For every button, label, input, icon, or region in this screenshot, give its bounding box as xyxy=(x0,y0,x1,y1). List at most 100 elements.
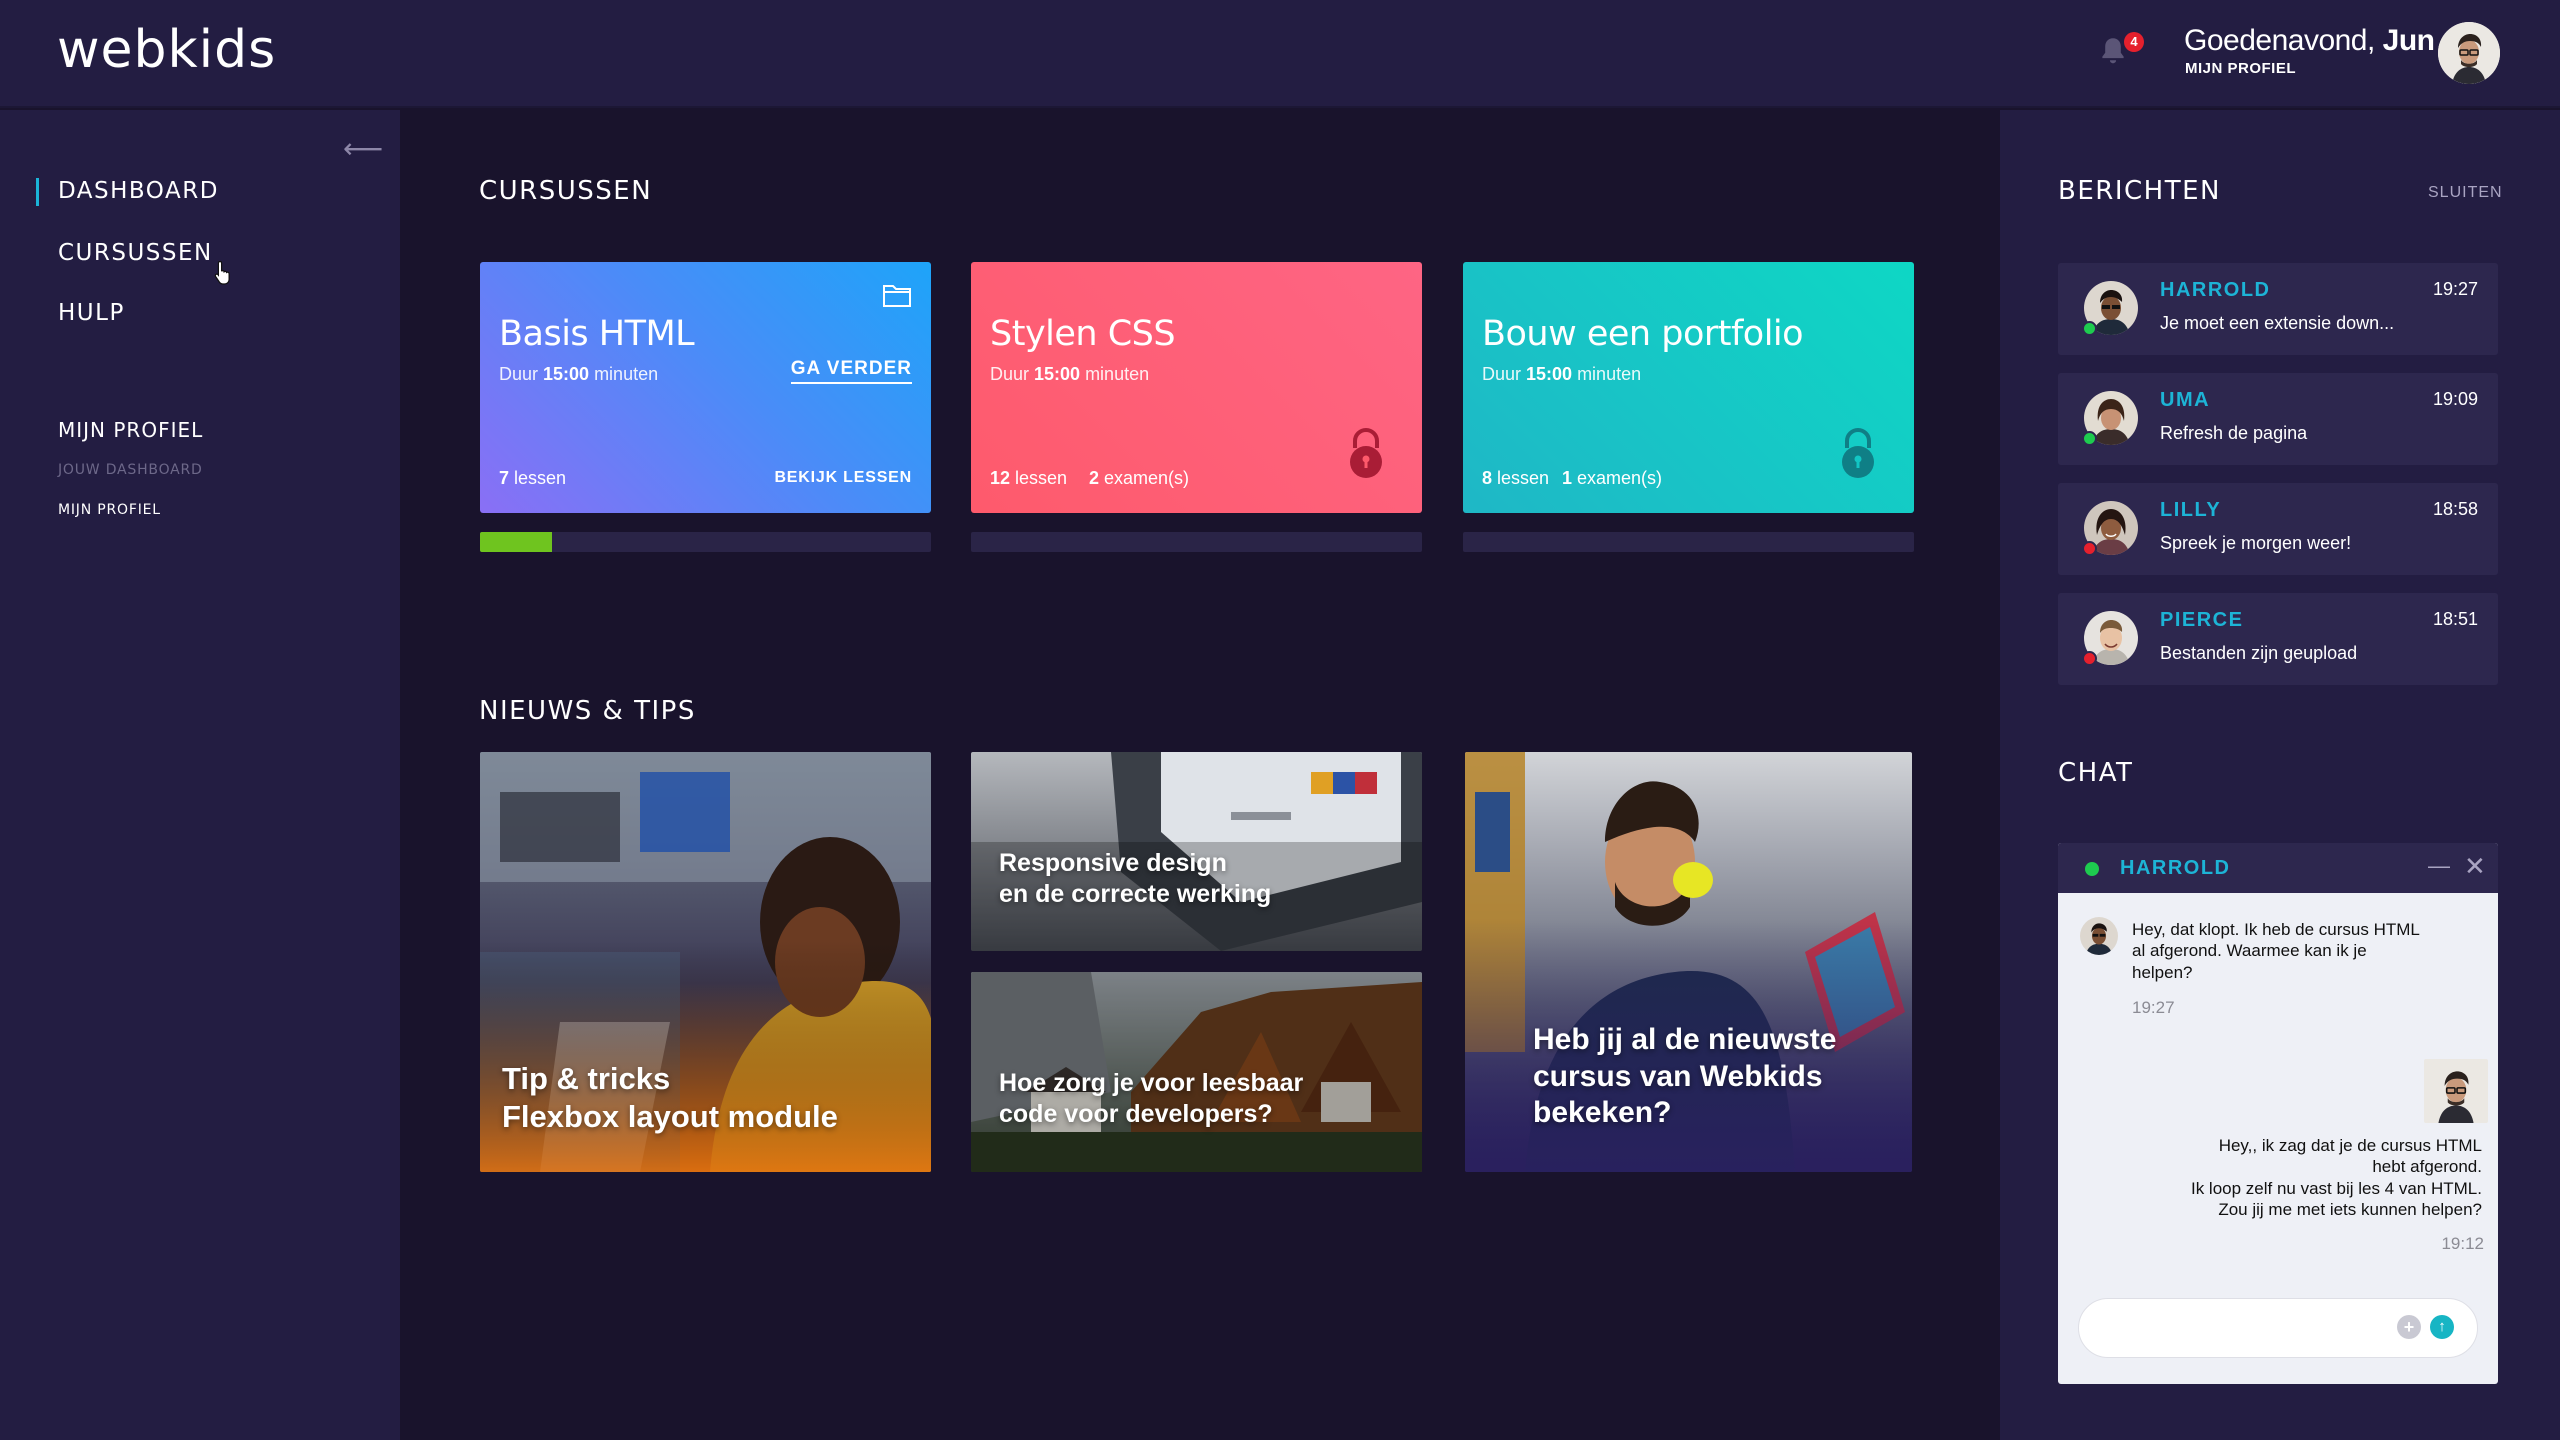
continue-button[interactable]: GA VERDER xyxy=(790,358,912,384)
exams-label: examen(s) xyxy=(1572,468,1663,488)
online-status-indicator xyxy=(2082,321,2097,336)
progress-fill xyxy=(480,532,553,552)
lessons-label: lessen xyxy=(1010,468,1068,488)
avatar[interactable] xyxy=(2438,22,2500,84)
message-time: 18:58 xyxy=(2432,499,2478,519)
news-section-title: NIEUWS & TIPS xyxy=(479,696,696,726)
duration-prefix: Duur xyxy=(499,364,544,384)
message-time: 19:09 xyxy=(2432,389,2478,409)
arrow-left-icon[interactable]: ⟵ xyxy=(343,132,383,165)
lessons-count: 8 lessen xyxy=(1482,468,1549,489)
exams-count: 1 examen(s) xyxy=(1562,468,1662,489)
chat-section-title: CHAT xyxy=(2058,758,2134,788)
chat-header: HARROLD — ✕ xyxy=(2058,843,2498,893)
lessons-label: lessen xyxy=(509,468,567,488)
duration-value: 15:00 xyxy=(1034,364,1081,384)
message-item[interactable]: UMA 19:09 Refresh de pagina xyxy=(2058,373,2498,465)
lock-icon xyxy=(1350,428,1382,478)
message-preview: Refresh de pagina xyxy=(2160,423,2308,443)
message-sender: PIERCE xyxy=(2160,609,2244,631)
duration-suffix: minuten xyxy=(1572,364,1642,384)
course-title: Basis HTML xyxy=(499,314,695,354)
chat-input[interactable]: + ↑ xyxy=(2078,1298,2478,1358)
user-name: Jun xyxy=(2382,24,2435,57)
sidebar-section-profile[interactable]: MIJN PROFIEL xyxy=(58,418,203,442)
course-progress-bar xyxy=(1463,532,1914,552)
news-card-leesbare-code[interactable]: Hoe zorg je voor leesbaar code voor deve… xyxy=(971,972,1422,1172)
chat-contact-name: HARROLD xyxy=(2120,857,2231,879)
message-item[interactable]: LILLY 18:58 Spreek je morgen weer! xyxy=(2058,483,2498,575)
sidebar-item-dashboard[interactable]: DASHBOARD xyxy=(58,178,219,204)
message-preview: Spreek je morgen weer! xyxy=(2160,533,2352,553)
lock-icon xyxy=(1842,428,1874,478)
exams-number: 2 xyxy=(1089,468,1100,488)
close-icon[interactable]: ✕ xyxy=(2464,851,2486,882)
course-card-stylen-css[interactable]: Stylen CSS Duur 15:00 minuten 12 lessen … xyxy=(971,262,1422,513)
courses-section-title: CURSUSSEN xyxy=(479,176,653,206)
news-title: Responsive design en de correcte werking xyxy=(999,849,1272,908)
news-title: Heb jij al de nieuwste cursus van Webkid… xyxy=(1533,1023,1837,1130)
sidebar-item-hulp[interactable]: HULP xyxy=(58,300,125,326)
duration-suffix: minuten xyxy=(1080,364,1150,384)
logo[interactable]: webkids xyxy=(57,20,276,80)
message-sender: UMA xyxy=(2160,389,2211,411)
folder-icon[interactable] xyxy=(882,282,912,308)
hand-cursor-icon xyxy=(214,260,230,285)
avatar xyxy=(2080,917,2118,955)
close-messages-button[interactable]: SLUITEN xyxy=(2428,184,2503,202)
course-card-basis-html[interactable]: Basis HTML Duur 15:00 minuten GA VERDER … xyxy=(480,262,931,513)
chat-window: HARROLD — ✕ Hey, dat klopt. Ik heb de cu… xyxy=(2058,843,2498,1384)
message-sender: HARROLD xyxy=(2160,279,2271,301)
chat-message-time: 19:27 xyxy=(2132,998,2175,1017)
duration-value: 15:00 xyxy=(543,364,590,384)
news-title: Tip & tricks Flexbox layout module xyxy=(502,1061,838,1134)
profile-link[interactable]: MIJN PROFIEL xyxy=(2185,60,2296,77)
course-progress-bar xyxy=(971,532,1422,552)
message-item[interactable]: PIERCE 18:51 Bestanden zijn geupload xyxy=(2058,593,2498,685)
lessons-count: 12 lessen xyxy=(990,468,1067,489)
message-preview: Je moet een extensie down... xyxy=(2160,313,2395,333)
chat-message-received: Hey, dat klopt. Ik heb de cursus HTML al… xyxy=(2132,920,2420,982)
lessons-count: 7 lessen xyxy=(499,468,566,489)
offline-status-indicator xyxy=(2082,541,2097,556)
online-status-indicator xyxy=(2082,431,2097,446)
duration-prefix: Duur xyxy=(990,364,1035,384)
news-card-nieuwste-cursus[interactable]: Heb jij al de nieuwste cursus van Webkid… xyxy=(1465,752,1912,1172)
avatar xyxy=(2424,1059,2488,1123)
news-title: Hoe zorg je voor leesbaar code voor deve… xyxy=(999,1069,1304,1128)
duration-suffix: minuten xyxy=(589,364,659,384)
exams-label: examen(s) xyxy=(1099,468,1190,488)
exams-count: 2 examen(s) xyxy=(1089,468,1189,489)
course-card-bouw-een-portfolio[interactable]: Bouw een portfolio Duur 15:00 minuten 8 … xyxy=(1463,262,1914,513)
view-lessons-button[interactable]: BEKIJK LESSEN xyxy=(774,469,912,487)
course-duration: Duur 15:00 minuten xyxy=(1482,364,1641,385)
message-sender: LILLY xyxy=(2160,499,2222,521)
message-time: 18:51 xyxy=(2432,609,2478,629)
lessons-label: lessen xyxy=(1492,468,1550,488)
message-time: 19:27 xyxy=(2432,279,2478,299)
news-card-responsive[interactable]: Responsive design en de correcte werking xyxy=(971,752,1422,951)
course-duration: Duur 15:00 minuten xyxy=(499,364,658,385)
active-indicator xyxy=(36,178,39,206)
sidebar-item-mijn-profiel[interactable]: MIJN PROFIEL xyxy=(58,502,161,518)
duration-prefix: Duur xyxy=(1482,364,1527,384)
message-item[interactable]: HARROLD 19:27 Je moet een extensie down.… xyxy=(2058,263,2498,355)
send-icon[interactable]: ↑ xyxy=(2430,1315,2454,1339)
message-preview: Bestanden zijn geupload xyxy=(2160,643,2358,663)
sidebar-item-cursussen[interactable]: CURSUSSEN xyxy=(58,240,213,266)
duration-value: 15:00 xyxy=(1526,364,1573,384)
course-duration: Duur 15:00 minuten xyxy=(990,364,1149,385)
offline-status-indicator xyxy=(2082,651,2097,666)
lessons-number: 12 xyxy=(990,468,1011,488)
course-title: Bouw een portfolio xyxy=(1482,314,1804,354)
sidebar-item-jouw-dashboard[interactable]: JOUW DASHBOARD xyxy=(58,462,203,478)
plus-icon[interactable]: + xyxy=(2397,1315,2421,1339)
exams-number: 1 xyxy=(1562,468,1573,488)
notification-badge: 4 xyxy=(2124,32,2144,52)
minimize-icon[interactable]: — xyxy=(2428,853,2450,879)
chat-message-sent: Hey,, ik zag dat je de cursus HTML hebt … xyxy=(2190,1136,2482,1219)
lessons-number: 7 xyxy=(499,468,510,488)
online-status-indicator xyxy=(2085,862,2099,876)
news-card-flexbox[interactable]: Tip & tricks Flexbox layout module xyxy=(480,752,931,1172)
sidebar: ⟵ DASHBOARD CURSUSSEN HULP MIJN PROFIEL … xyxy=(0,110,400,1440)
